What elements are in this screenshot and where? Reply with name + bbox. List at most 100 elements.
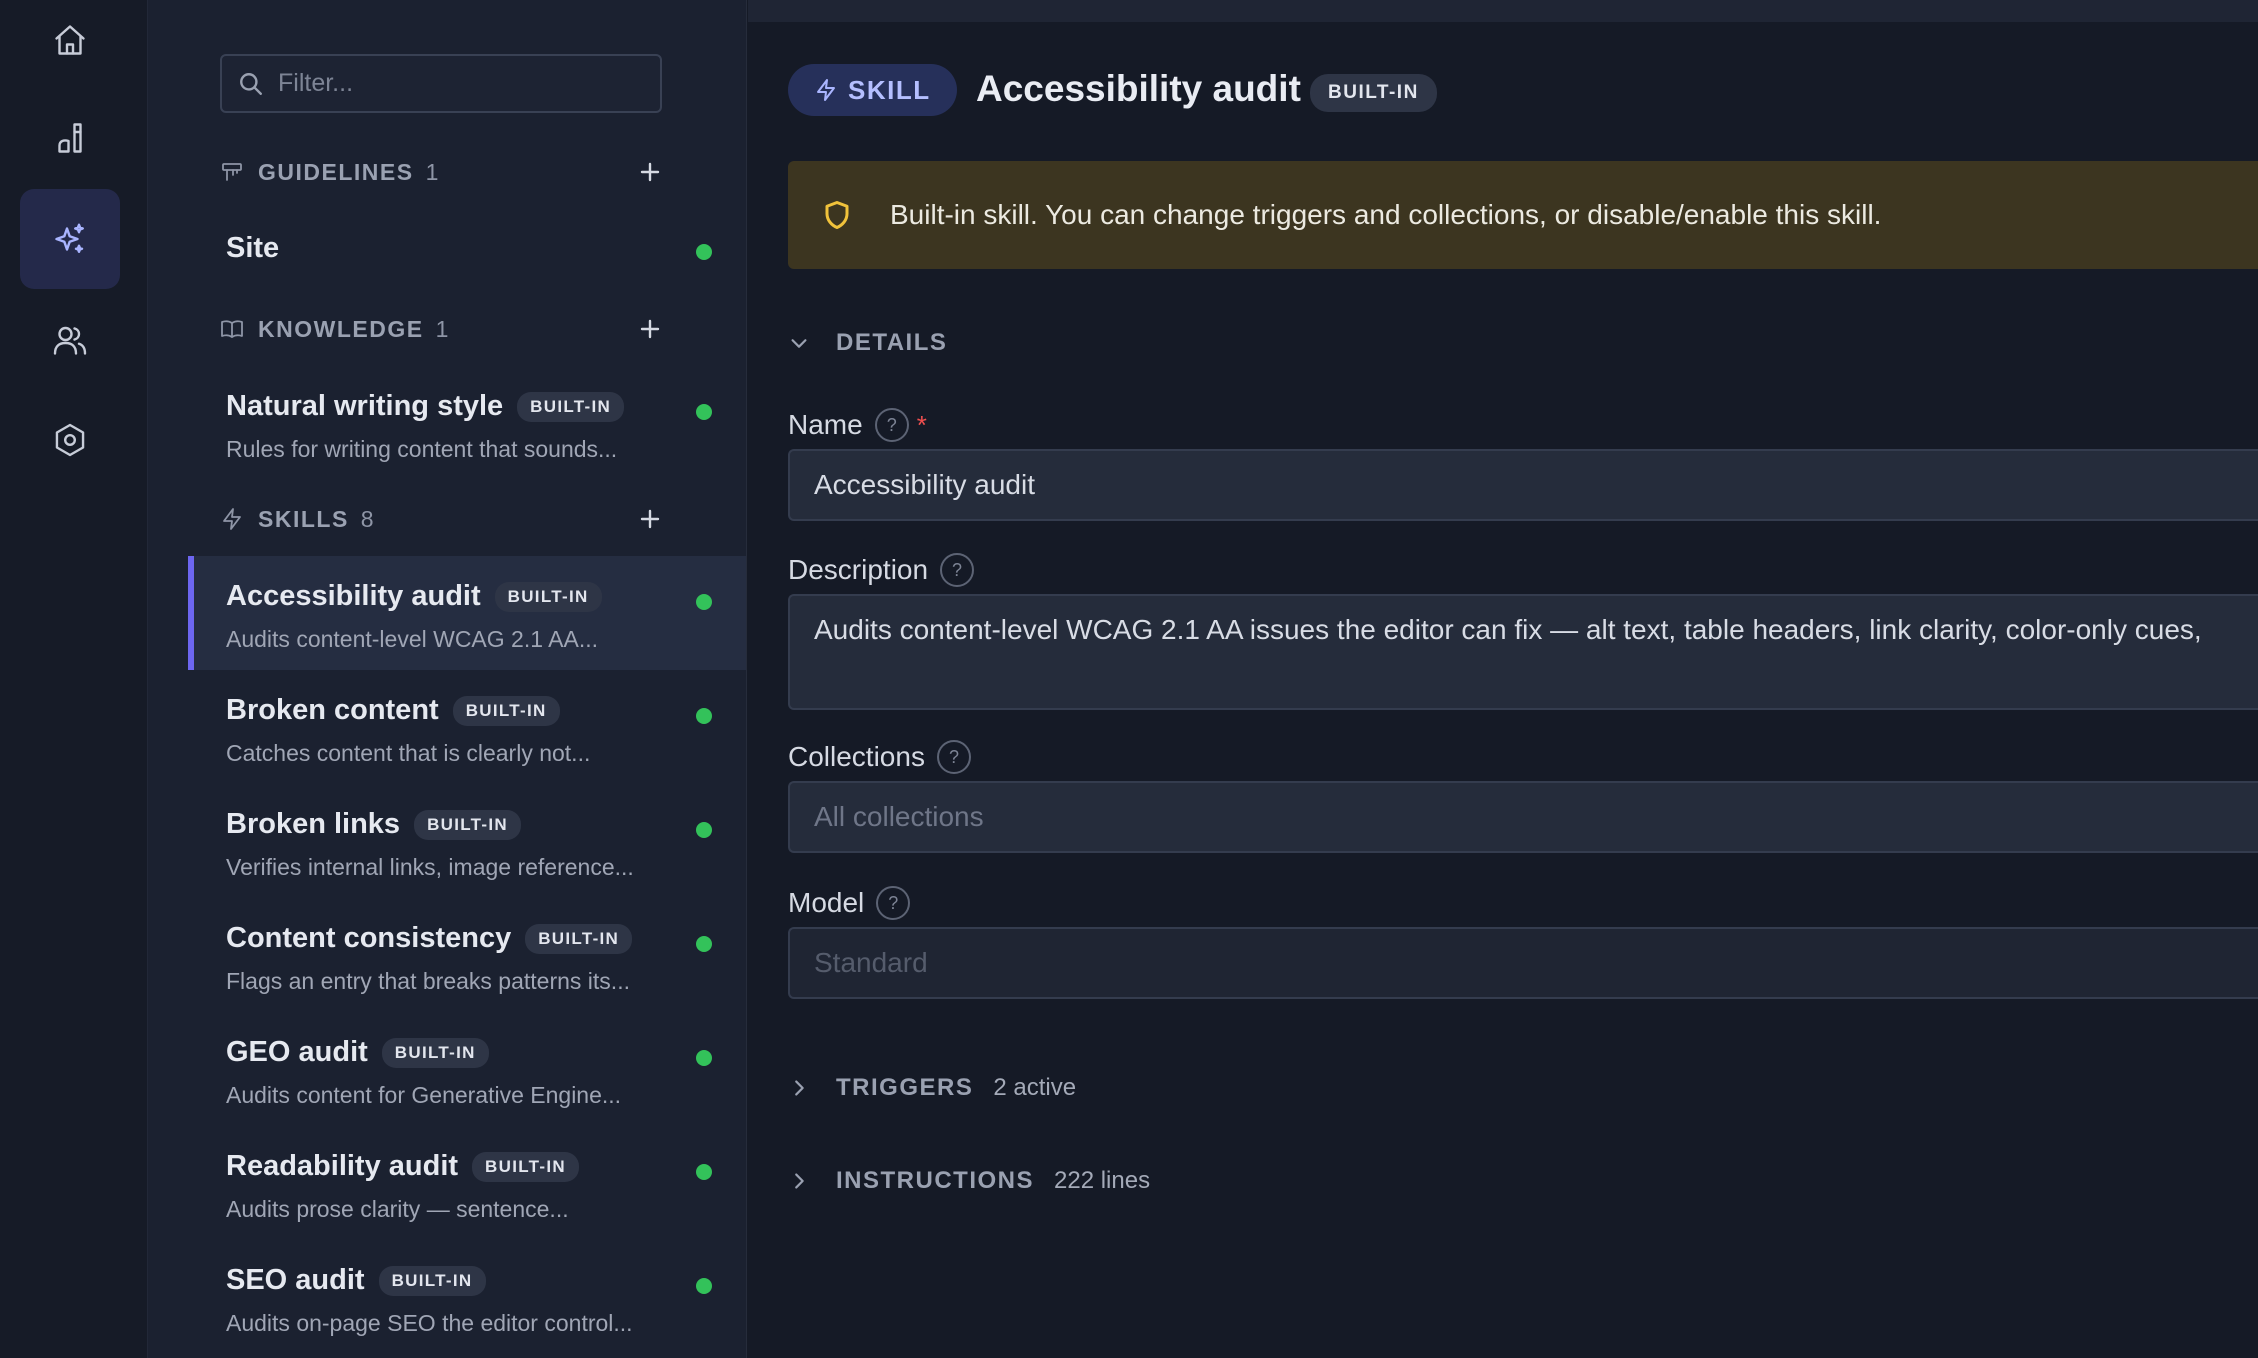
description-label: Description ? [788, 550, 975, 590]
instructions-count: 222 lines [1054, 1167, 1151, 1194]
details-title: DETAILS [836, 329, 948, 356]
details-section-toggle[interactable]: DETAILS [788, 323, 947, 363]
item-title: SEO audit [226, 1264, 365, 1296]
skill-item-accessibility-audit[interactable]: Accessibility audit BUILT-IN Audits conte… [188, 556, 746, 670]
help-icon[interactable]: ? [876, 886, 911, 920]
status-dot [696, 822, 712, 838]
item-title: Accessibility audit [226, 580, 481, 612]
lightning-icon [817, 79, 835, 101]
skill-item-geo-audit[interactable]: GEO audit BUILT-IN Audits content for Gen… [188, 1012, 746, 1126]
collections-label: Collections ? [788, 737, 971, 777]
skill-item-seo-audit[interactable]: SEO audit BUILT-IN Audits on-page SEO the… [188, 1240, 746, 1354]
skill-detail-panel: SKILL Accessibility audit BUILT-IN Built… [748, 22, 2258, 1358]
skill-type-pill: SKILL [788, 64, 957, 116]
description-label-text: Description [788, 554, 929, 585]
skill-type-label: SKILL [848, 74, 931, 105]
guideline-item-site[interactable]: Site [188, 210, 746, 290]
knowledge-count: 1 [435, 315, 449, 342]
skill-item-broken-links[interactable]: Broken links BUILT-IN Verifies internal l… [188, 784, 746, 898]
skills-count: 8 [360, 505, 374, 532]
item-title: Readability audit [226, 1150, 459, 1182]
filter-input[interactable] [278, 69, 638, 98]
banner-text: Built-in skill. You can change triggers … [890, 199, 1882, 230]
rail-brush-button[interactable] [20, 88, 120, 188]
add-knowledge-button[interactable] [630, 309, 670, 349]
rail-settings-button[interactable] [20, 390, 120, 490]
skill-item-broken-content[interactable]: Broken content BUILT-IN Catches content t… [188, 670, 746, 784]
name-label: Name ? * [788, 405, 927, 445]
built-in-badge: BUILT-IN [452, 695, 560, 726]
users-icon [53, 326, 87, 355]
model-label-text: Model [788, 887, 865, 918]
name-label-text: Name [788, 409, 863, 440]
shield-icon [825, 201, 849, 229]
help-icon[interactable]: ? [936, 740, 971, 774]
home-icon [55, 25, 85, 55]
sparkles-icon [55, 223, 84, 253]
plus-icon [640, 319, 660, 339]
item-description: Audits content-level WCAG 2.1 AA... [226, 626, 598, 652]
item-title: Content consistency [226, 922, 512, 954]
required-marker: * [916, 409, 927, 440]
built-in-badge: BUILT-IN [494, 581, 602, 612]
built-in-notice-banner: Built-in skill. You can change triggers … [788, 161, 2258, 269]
item-description: Audits prose clarity — sentence... [226, 1196, 569, 1222]
status-dot [696, 1278, 712, 1294]
item-title: Site [226, 232, 280, 264]
help-icon[interactable]: ? [874, 408, 909, 442]
item-title: Natural writing style [226, 390, 504, 422]
add-guideline-button[interactable] [630, 152, 670, 192]
search-icon [240, 72, 262, 95]
chevron-right-icon [795, 1173, 804, 1189]
triggers-section-toggle[interactable]: TRIGGERS 2 active [788, 1068, 1076, 1108]
rail-users-button[interactable] [20, 290, 120, 390]
instructions-section-toggle[interactable]: INSTRUCTIONS 222 lines [788, 1161, 1150, 1201]
guidelines-section-header: GUIDELINES 1 [220, 152, 670, 192]
built-in-badge: BUILT-IN [1310, 74, 1437, 112]
knowledge-title: KNOWLEDGE [258, 315, 424, 342]
chevron-right-icon [795, 1080, 804, 1096]
plus-icon [640, 509, 660, 529]
lightning-icon [223, 508, 241, 530]
name-field[interactable]: Accessibility audit [788, 449, 2258, 521]
item-description: Rules for writing content that sounds... [226, 436, 618, 462]
guidelines-title: GUIDELINES [258, 158, 414, 185]
status-dot [696, 1050, 712, 1066]
filter-box[interactable] [220, 54, 662, 113]
triggers-count: 2 active [993, 1074, 1077, 1101]
rail-home-button[interactable] [20, 0, 120, 90]
item-title: Broken content [226, 694, 439, 726]
collections-select[interactable]: All collections [788, 781, 2258, 853]
page-title: Accessibility audit [976, 68, 1301, 109]
help-icon[interactable]: ? [940, 553, 975, 587]
built-in-badge: BUILT-IN [517, 391, 625, 422]
model-select[interactable]: Standard [788, 927, 2258, 999]
add-skill-button[interactable] [630, 499, 670, 539]
chevron-down-icon [791, 339, 807, 348]
rail-skills-button[interactable] [20, 189, 120, 289]
item-description: Audits content for Generative Engine... [226, 1082, 622, 1108]
guidelines-count: 1 [425, 158, 439, 185]
description-field[interactable]: Audits content-level WCAG 2.1 AA issues … [788, 594, 2258, 710]
brush-icon [58, 123, 82, 153]
skills-title: SKILLS [258, 505, 349, 532]
built-in-badge: BUILT-IN [525, 923, 633, 954]
skill-item-readability-audit[interactable]: Readability audit BUILT-IN Audits prose c… [188, 1126, 746, 1240]
status-dot [696, 708, 712, 724]
item-description: Verifies internal links, image reference… [226, 854, 634, 880]
status-dot [696, 594, 712, 610]
top-bar [748, 0, 2258, 22]
instructions-title: INSTRUCTIONS [836, 1167, 1034, 1194]
item-title: GEO audit [226, 1036, 368, 1068]
knowledge-item-natural-writing-style[interactable]: Natural writing style BUILT-IN Rules for … [188, 366, 746, 480]
item-description: Audits on-page SEO the editor control... [226, 1310, 633, 1336]
status-dot [696, 1164, 712, 1180]
item-description: Flags an entry that breaks patterns its.… [226, 968, 630, 994]
model-label: Model ? [788, 883, 911, 923]
skill-item-content-consistency[interactable]: Content consistency BUILT-IN Flags an ent… [188, 898, 746, 1012]
item-title: Broken links [226, 808, 401, 840]
item-description: Catches content that is clearly not... [226, 740, 591, 766]
built-in-badge: BUILT-IN [472, 1151, 579, 1182]
built-in-badge: BUILT-IN [414, 809, 521, 840]
plus-icon [640, 162, 660, 182]
